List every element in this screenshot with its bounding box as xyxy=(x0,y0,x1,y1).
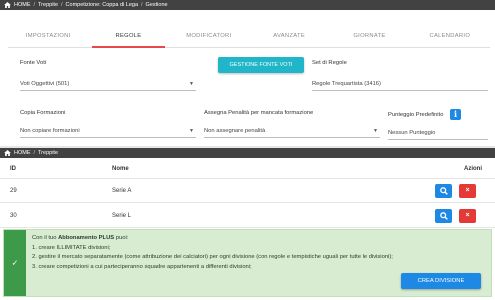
gestione-fonte-voti-button[interactable]: GESTIONE FONTE VOTI xyxy=(218,57,304,73)
breadcrumb: HOME / Treppite / Competizione: Coppa di… xyxy=(0,0,495,10)
header-nome: Nome xyxy=(112,166,129,172)
alert-side: ✓ xyxy=(4,230,26,296)
set-regole-field[interactable]: Regole Trequartista (3416) xyxy=(312,78,488,91)
alert-item: 2. gestire il mercato separatamente (com… xyxy=(32,254,393,260)
table-row: 29 Serie A × xyxy=(0,179,495,203)
search-icon xyxy=(439,187,448,195)
home-icon[interactable] xyxy=(4,150,11,156)
tab-calendario[interactable]: CALENDARIO xyxy=(410,24,490,47)
fonte-voti-value: Voti Oggettivi (501) xyxy=(20,81,70,87)
breadcrumb-home[interactable]: HOME xyxy=(14,150,31,156)
alert-intro: Con il tuo Abbonamento PLUS puoi: xyxy=(32,235,129,241)
alert-item: 1. creare ILLIMITATE divisioni; xyxy=(32,244,111,251)
tab-avanzate[interactable]: AVANZATE xyxy=(249,24,329,47)
search-icon xyxy=(439,212,448,220)
rules-panel: IMPOSTAZIONI REGOLE MODIFICATORI AVANZAT… xyxy=(0,10,495,146)
set-regole-value: Regole Trequartista (3416) xyxy=(312,81,381,87)
tab-modificatori[interactable]: MODIFICATORI xyxy=(169,24,249,47)
row-id: 30 xyxy=(10,213,17,219)
penalita-value: Non assegnare penalità xyxy=(204,128,266,134)
delete-button[interactable]: × xyxy=(459,209,476,223)
fonte-voti-label: Fonte Voti xyxy=(20,60,47,66)
header-id: ID xyxy=(10,166,16,172)
view-button[interactable] xyxy=(435,184,452,198)
breadcrumb-current: Gestione xyxy=(145,2,168,8)
check-icon: ✓ xyxy=(11,258,19,268)
home-icon[interactable] xyxy=(4,2,11,8)
tab-regole[interactable]: REGOLE xyxy=(88,24,168,48)
breadcrumb-secondary: HOME / Treppite xyxy=(0,148,495,158)
table-row: 30 Serie L × xyxy=(0,204,495,228)
row-id: 29 xyxy=(10,188,17,194)
punteggio-value: Nessun Punteggio xyxy=(388,130,436,136)
plus-alert: ✓ Con il tuo Abbonamento PLUS puoi: 1. c… xyxy=(3,229,492,297)
copia-formazioni-select[interactable]: Non copiare formazioni ▼ xyxy=(20,125,196,138)
caret-down-icon: ▼ xyxy=(189,81,194,87)
info-icon[interactable]: i xyxy=(450,109,461,120)
breadcrumb-current: Treppite xyxy=(38,150,59,156)
fonte-voti-select[interactable]: Voti Oggettivi (501) ▼ xyxy=(20,78,196,91)
alert-text: Con il tuo Abbonamento PLUS puoi: 1. cre… xyxy=(32,234,393,272)
punteggio-field[interactable]: Nessun Punteggio xyxy=(388,127,488,140)
copia-formazioni-value: Non copiare formazioni xyxy=(20,128,80,134)
tab-bar: IMPOSTAZIONI REGOLE MODIFICATORI AVANZAT… xyxy=(8,24,490,48)
caret-down-icon: ▼ xyxy=(373,128,378,134)
row-nome: Serie A xyxy=(112,188,132,194)
view-button[interactable] xyxy=(435,209,452,223)
penalita-select[interactable]: Non assegnare penalità ▼ xyxy=(204,125,380,138)
copia-formazioni-label: Copia Formazioni xyxy=(20,110,66,116)
set-regole-label: Set di Regole xyxy=(312,60,347,66)
caret-down-icon: ▼ xyxy=(189,128,194,134)
penalita-label: Assegna Penalità per mancata formazione xyxy=(204,110,314,116)
row-nome: Serie L xyxy=(112,213,132,219)
crea-divisione-button[interactable]: CREA DIVISIONE xyxy=(401,273,481,289)
tab-giornate[interactable]: GIORNATE xyxy=(329,24,409,47)
tab-impostazioni[interactable]: IMPOSTAZIONI xyxy=(8,24,88,47)
punteggio-label: Punteggio Predefinito xyxy=(388,112,444,118)
breadcrumb-home[interactable]: HOME xyxy=(14,2,31,8)
alert-item: 3. creare competizioni a cui partecipera… xyxy=(32,263,252,270)
table-header: ID Nome Azioni xyxy=(0,163,495,179)
delete-button[interactable]: × xyxy=(459,184,476,198)
header-azioni: Azioni xyxy=(464,166,482,172)
breadcrumb-competition[interactable]: Competizione: Coppa di Lega xyxy=(66,2,138,8)
breadcrumb-league[interactable]: Treppite xyxy=(38,2,58,8)
